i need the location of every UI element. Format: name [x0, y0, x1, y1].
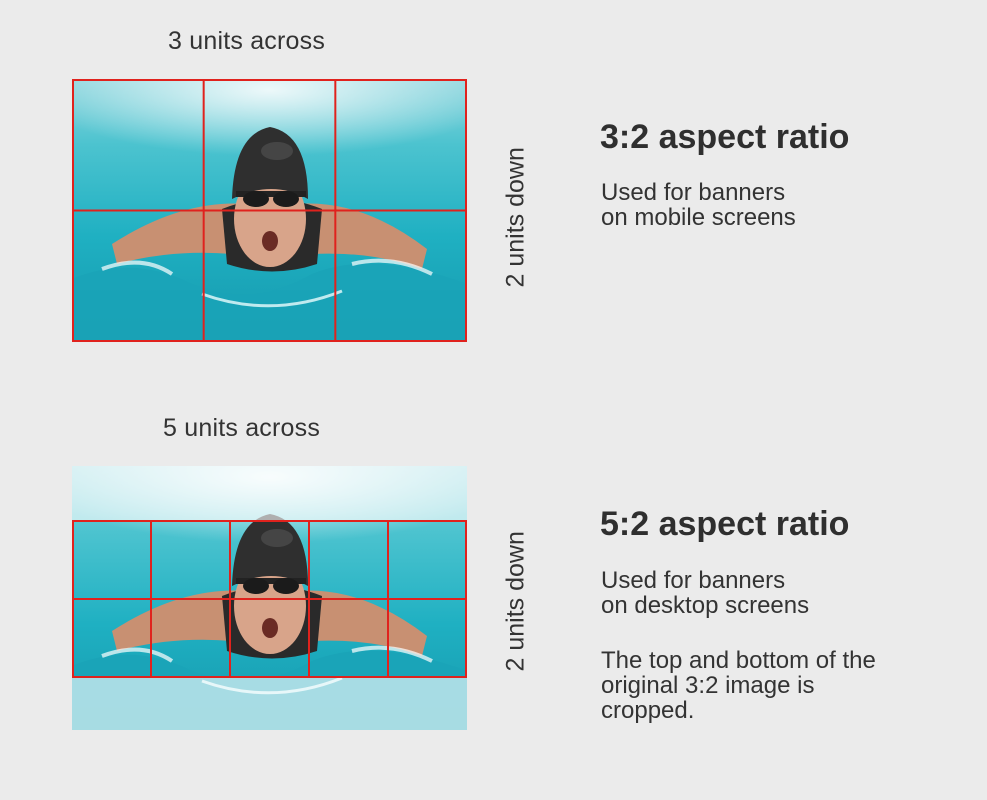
units-down-label-5-2: 2 units down	[501, 531, 530, 672]
aspect-ratio-description-5-2: Used for banners on desktop screens	[601, 567, 810, 619]
units-across-label-3: 3 units across	[168, 27, 326, 55]
cropped-top-region	[72, 466, 467, 520]
units-across-label-5: 5 units across	[163, 414, 321, 442]
aspect-ratio-heading-5-2: 5:2 aspect ratio	[600, 505, 850, 543]
crop-note: The top and bottom of the original 3:2 i…	[601, 647, 876, 724]
units-down-label-3-2: 2 units down	[501, 147, 530, 288]
aspect-ratio-heading-3-2: 3:2 aspect ratio	[600, 118, 850, 156]
grid-overlay-5x2	[72, 520, 467, 678]
aspect-ratio-description-3-2: Used for banners on mobile screens	[601, 179, 796, 231]
grid-overlay-3x2	[72, 79, 467, 342]
cropped-bottom-region	[72, 678, 467, 730]
